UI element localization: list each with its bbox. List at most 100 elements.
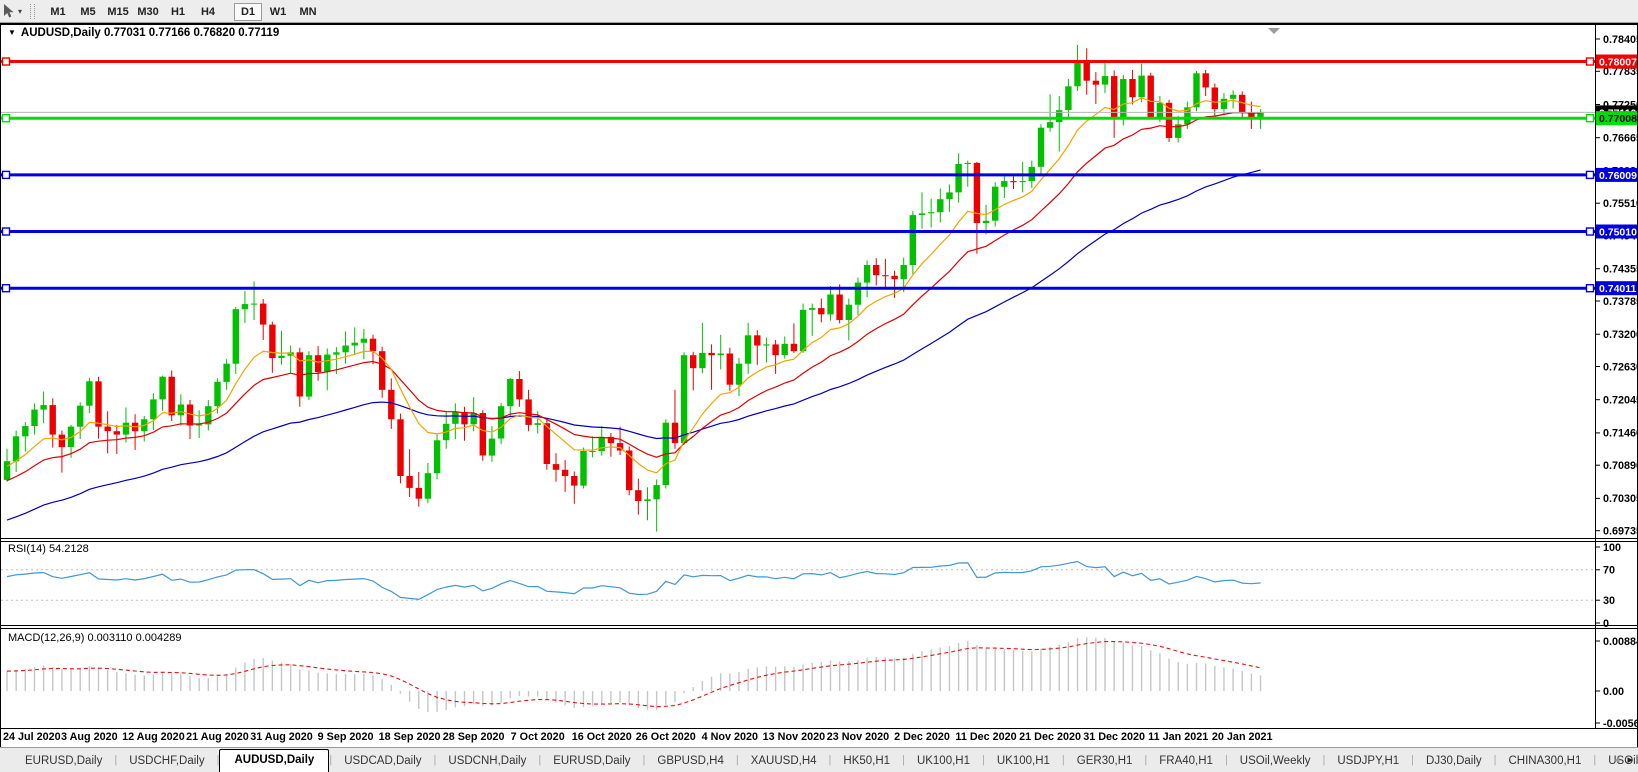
svg-text:0.71460: 0.71460 — [1603, 428, 1637, 440]
svg-text:26 Oct 2020: 26 Oct 2020 — [636, 731, 696, 743]
tab-hk50-h1[interactable]: HK50,H1 — [831, 752, 902, 772]
tab-fra40-h1[interactable]: FRA40,H1 — [1147, 752, 1225, 772]
timeframe-button-m5[interactable]: M5 — [74, 3, 102, 21]
tab-scroll-right-icon[interactable]: ▸ — [1627, 754, 1633, 766]
svg-text:11 Jan 2021: 11 Jan 2021 — [1148, 731, 1208, 743]
collapse-arrow-icon[interactable]: ▼ — [8, 28, 16, 37]
price-badge-0.77008: 0.77008 — [1596, 111, 1637, 125]
svg-text:0.74011: 0.74011 — [1599, 283, 1637, 295]
svg-text:0.78007: 0.78007 — [1599, 57, 1637, 69]
timeframe-button-m15[interactable]: M15 — [104, 3, 132, 21]
timeframe-button-h4[interactable]: H4 — [194, 3, 222, 21]
chart-tab-bar: EURUSD,Daily|USDCHF,Daily|AUDUSD,Daily|U… — [0, 747, 1638, 772]
moving-average-10[interactable] — [7, 98, 1261, 473]
chart-shift-marker[interactable] — [1268, 28, 1280, 34]
tab-uk100-h1[interactable]: UK100,H1 — [905, 752, 982, 772]
price-badge-0.78007: 0.78007 — [1596, 55, 1637, 69]
svg-text:0.73200: 0.73200 — [1603, 329, 1637, 341]
svg-text:21 Dec 2020: 21 Dec 2020 — [1019, 731, 1081, 743]
timeframe-button-w1[interactable]: W1 — [264, 3, 292, 21]
svg-text:0.75510: 0.75510 — [1603, 198, 1637, 210]
rsi-indicator-label: RSI(14) 54.2128 — [8, 543, 89, 555]
tool-dropdown-arrow-icon[interactable]: ▾ — [18, 7, 22, 16]
svg-text:0.77008: 0.77008 — [1599, 113, 1637, 125]
svg-text:0.00: 0.00 — [1603, 686, 1624, 698]
svg-text:21 Aug 2020: 21 Aug 2020 — [186, 731, 249, 743]
svg-text:0.70305: 0.70305 — [1603, 493, 1637, 505]
svg-text:0.76009: 0.76009 — [1599, 170, 1637, 182]
svg-text:30: 30 — [1603, 595, 1615, 607]
svg-text:7 Oct 2020: 7 Oct 2020 — [511, 731, 565, 743]
svg-text:12 Aug 2020: 12 Aug 2020 — [122, 731, 185, 743]
svg-text:0.70890: 0.70890 — [1603, 460, 1637, 472]
tab-usdchf-daily[interactable]: USDCHF,Daily — [117, 752, 216, 772]
macd-indicator-label: MACD(12,26,9) 0.003110 0.004289 — [8, 632, 181, 644]
tab-uk100-h1[interactable]: UK100,H1 — [985, 752, 1062, 772]
macd-signal-line — [7, 642, 1261, 707]
svg-text:0.73785: 0.73785 — [1603, 296, 1637, 308]
svg-text:23 Nov 2020: 23 Nov 2020 — [827, 731, 889, 743]
tab-scroll-arrows: ◂▸ — [1614, 753, 1633, 766]
top-toolbar: ▾ M1M5M15M30H1H4 D1W1MN — [0, 0, 1638, 23]
svg-text:4 Nov 2020: 4 Nov 2020 — [702, 731, 758, 743]
timeframe-button-h1[interactable]: H1 — [164, 3, 192, 21]
svg-text:2 Dec 2020: 2 Dec 2020 — [894, 731, 950, 743]
chart-title: ▼ AUDUSD,Daily 0.77031 0.77166 0.76820 0.… — [8, 27, 279, 39]
price-chart[interactable]: 0.784050.778350.772500.766650.760800.755… — [1, 24, 1637, 747]
tab-usdcad-daily[interactable]: USDCAD,Daily — [332, 752, 433, 772]
svg-text:11 Dec 2020: 11 Dec 2020 — [955, 731, 1016, 743]
svg-text:16 Oct 2020: 16 Oct 2020 — [572, 731, 632, 743]
tab-xauusd-h4[interactable]: XAUUSD,H4 — [739, 752, 829, 772]
support-line-0.74011[interactable] — [1, 285, 1595, 292]
svg-text:0.72630: 0.72630 — [1603, 361, 1637, 373]
resistance-line-0.78007[interactable] — [1, 58, 1595, 65]
timeframe-button-m30[interactable]: M30 — [134, 3, 162, 21]
svg-text:0.72045: 0.72045 — [1603, 395, 1637, 407]
svg-text:0.00884: 0.00884 — [1603, 636, 1637, 648]
tab-scroll-left-icon[interactable]: ◂ — [1614, 754, 1620, 766]
rsi-line — [7, 562, 1261, 600]
support-line-0.76009[interactable] — [1, 171, 1595, 178]
svg-text:0.69735: 0.69735 — [1603, 526, 1637, 538]
tab-china300-h1[interactable]: CHINA300,H1 — [1497, 752, 1594, 772]
svg-text:24 Jul 2020: 24 Jul 2020 — [3, 731, 61, 743]
tab-eurusd-daily[interactable]: EURUSD,Daily — [541, 752, 642, 772]
moving-average-50[interactable] — [7, 170, 1261, 520]
svg-text:0.74355: 0.74355 — [1603, 264, 1637, 276]
tab-usdcnh-daily[interactable]: USDCNH,Daily — [436, 752, 538, 772]
tab-usdjpy-h1[interactable]: USDJPY,H1 — [1325, 752, 1411, 772]
svg-text:28 Sep 2020: 28 Sep 2020 — [443, 731, 505, 743]
svg-text:0.78405: 0.78405 — [1603, 34, 1637, 46]
svg-text:18 Sep 2020: 18 Sep 2020 — [379, 731, 441, 743]
timeframe-button-mn[interactable]: MN — [294, 3, 322, 21]
svg-text:0: 0 — [1603, 618, 1609, 630]
svg-text:0.75010: 0.75010 — [1599, 227, 1637, 239]
timeframe-button-m1[interactable]: M1 — [44, 3, 72, 21]
chart-title-text: AUDUSD,Daily 0.77031 0.77166 0.76820 0.7… — [21, 27, 279, 39]
chart-tabs: EURUSD,Daily|USDCHF,Daily|AUDUSD,Daily|U… — [13, 749, 1638, 772]
svg-text:-0.005651: -0.005651 — [1603, 718, 1637, 730]
svg-text:100: 100 — [1603, 542, 1621, 554]
toolbar-grip[interactable] — [30, 4, 35, 19]
support-line-0.75010[interactable] — [1, 228, 1595, 235]
svg-text:9 Sep 2020: 9 Sep 2020 — [318, 731, 374, 743]
svg-text:0.76665: 0.76665 — [1603, 133, 1637, 145]
tab-ger30-h1[interactable]: GER30,H1 — [1065, 752, 1145, 772]
tab-eurusd-daily[interactable]: EURUSD,Daily — [13, 752, 114, 772]
timeframe-button-group: M1M5M15M30H1H4 D1W1MN — [43, 2, 323, 21]
tab-usoil-weekly[interactable]: USOil,Weekly — [1228, 752, 1323, 772]
chart-canvas[interactable]: 0.784050.778350.772500.766650.760800.755… — [1, 24, 1637, 747]
tab-audusd-daily[interactable]: AUDUSD,Daily — [219, 749, 329, 772]
price-badge-0.76009: 0.76009 — [1596, 168, 1637, 182]
chart-window: 0.784050.778350.772500.766650.760800.755… — [0, 23, 1638, 747]
timeframe-button-d1[interactable]: D1 — [234, 3, 262, 21]
svg-text:31 Dec 2020: 31 Dec 2020 — [1083, 731, 1145, 743]
tab-gbpusd-h4[interactable]: GBPUSD,H4 — [645, 752, 735, 772]
tab-dj30-daily[interactable]: DJ30,Daily — [1414, 752, 1494, 772]
svg-text:31 Aug 2020: 31 Aug 2020 — [250, 731, 313, 743]
svg-text:3 Aug 2020: 3 Aug 2020 — [61, 731, 118, 743]
cursor-tool-icon[interactable] — [2, 3, 16, 19]
svg-text:20 Jan 2021: 20 Jan 2021 — [1212, 731, 1273, 743]
support-line-0.77008[interactable] — [1, 115, 1595, 122]
moving-average-20[interactable] — [7, 113, 1261, 481]
